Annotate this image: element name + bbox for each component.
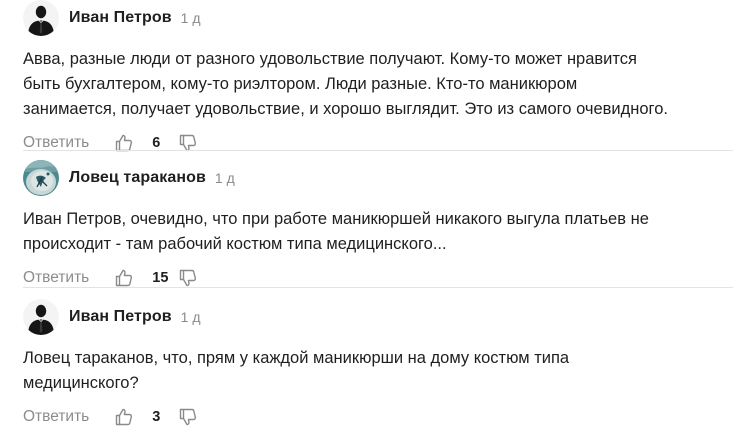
comment-divider [23, 287, 733, 288]
comment-header: Иван Петров 1 д [23, 0, 733, 36]
thumbs-down-icon[interactable] [178, 268, 198, 288]
thumbs-up-icon[interactable] [114, 268, 134, 288]
comment-item: Иван Петров 1 д Ловец тараканов, что, пр… [23, 299, 733, 428]
comment-text-line: медицинского? [23, 374, 139, 392]
tattoo-photo-avatar-icon[interactable] [23, 160, 59, 196]
comment-header: Иван Петров 1 д [23, 299, 733, 335]
comment-time: 1 д [214, 170, 235, 186]
comment-text-line: быть бухгалтером, кому-то риэлтором. Люд… [23, 75, 578, 93]
thumbs-down-icon[interactable] [178, 407, 198, 427]
thumbs-up-icon[interactable] [114, 407, 134, 427]
businessman-silhouette-icon[interactable] [23, 0, 59, 36]
comment-time: 1 д [180, 10, 201, 26]
comment-actions: Ответить 15 [23, 267, 733, 289]
comment-header: Ловец тараканов 1 д [23, 160, 733, 196]
comment-text-line: Иван Петров, очевидно, что при работе ма… [23, 210, 649, 228]
comment-item: Ловец тараканов 1 д Иван Петров, очевидн… [23, 160, 733, 289]
comment-text: Иван Петров, очевидно, что при работе ма… [23, 207, 723, 257]
reply-button[interactable]: Ответить [23, 408, 89, 426]
comment-text-line: занимается, получает удовольствие, и хор… [23, 100, 668, 118]
comment-author[interactable]: Иван Петров [69, 308, 172, 326]
comment-text: Ловец тараканов, что, прям у каждой мани… [23, 346, 723, 396]
comment-item: Иван Петров 1 д Авва, разные люди от раз… [23, 0, 733, 154]
comment-author[interactable]: Ловец тараканов [69, 169, 206, 187]
reply-button[interactable]: Ответить [23, 269, 89, 287]
comment-actions: Ответить 3 [23, 406, 733, 428]
like-count: 3 [152, 409, 161, 425]
businessman-silhouette-icon[interactable] [23, 299, 59, 335]
comment-time: 1 д [180, 309, 201, 325]
like-count: 6 [152, 135, 161, 151]
comment-text-line: Авва, разные люди от разного удовольстви… [23, 50, 637, 68]
comment-text: Авва, разные люди от разного удовольстви… [23, 47, 723, 122]
comment-divider [23, 150, 733, 151]
comment-author[interactable]: Иван Петров [69, 9, 172, 27]
comment-text-line: Ловец тараканов, что, прям у каждой мани… [23, 349, 570, 367]
comment-text-line: происходит - там рабочий костюм типа мед… [23, 235, 447, 253]
like-count: 15 [152, 270, 169, 286]
